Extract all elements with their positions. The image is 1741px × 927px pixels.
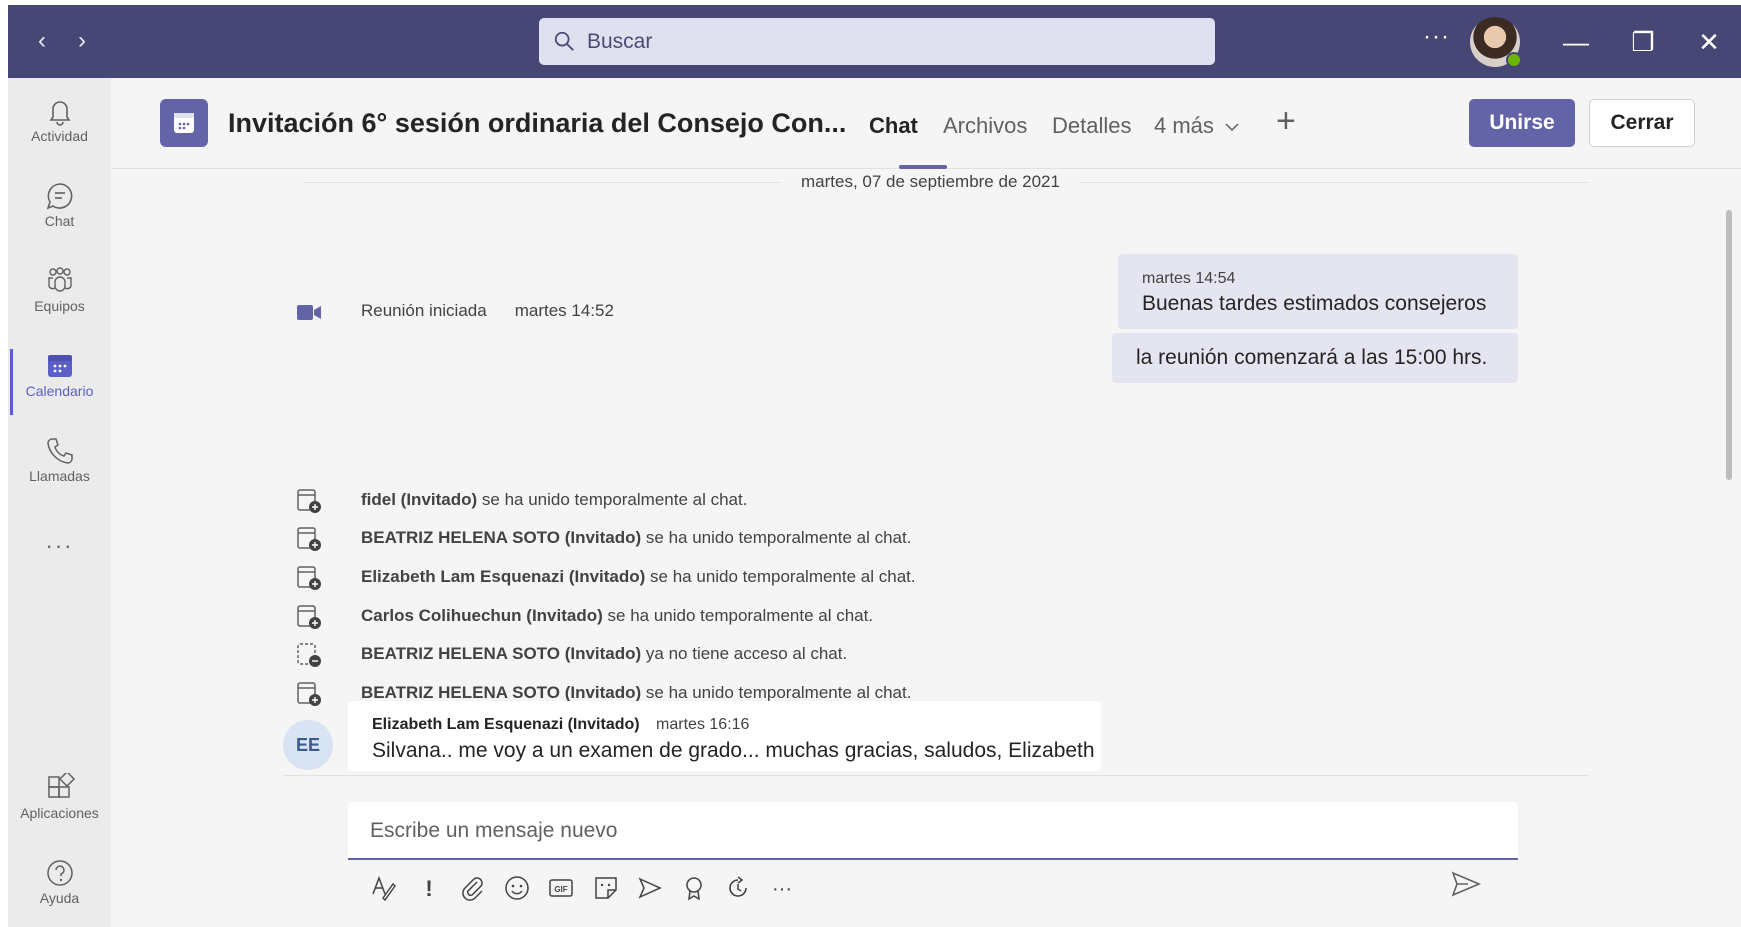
- page-title: Invitación 6° sesión ordinaria del Conse…: [228, 108, 847, 138]
- message-time: martes 14:54: [1142, 270, 1236, 287]
- minimize-icon[interactable]: —: [1561, 27, 1591, 57]
- teams-icon: [47, 267, 72, 292]
- compose-separator: [283, 775, 1589, 776]
- phone-icon: [46, 438, 73, 464]
- guest-joined-icon: [297, 566, 321, 590]
- tab-files[interactable]: Archivos: [943, 113, 1027, 139]
- tab-more-label: 4 más: [1154, 113, 1214, 138]
- main-pane: Invitación 6° sesión ordinaria del Conse…: [111, 78, 1741, 927]
- search-placeholder: Buscar: [587, 30, 653, 53]
- emoji-icon[interactable]: [502, 874, 532, 904]
- add-tab-button[interactable]: +: [1276, 102, 1296, 141]
- rail-item-teams[interactable]: Equipos: [8, 256, 111, 334]
- event-actor: BEATRIZ HELENA SOTO (Invitado): [361, 528, 642, 547]
- search-icon: [554, 31, 574, 51]
- message-body: Silvana.. me voy a un examen de grado...…: [372, 739, 1095, 762]
- presence-available-icon: [1506, 52, 1522, 68]
- guest-joined-icon: [297, 527, 321, 551]
- message-time: martes 16:16: [656, 716, 750, 733]
- rail-label: Calendario: [25, 383, 94, 399]
- compose-toolbar: ! GIF ···: [348, 868, 1518, 908]
- rail-item-calendar[interactable]: Calendario: [8, 341, 111, 419]
- guest-joined-icon: [297, 682, 321, 706]
- join-button[interactable]: Unirse: [1469, 99, 1575, 147]
- event-text: se ha unido temporalmente al chat.: [602, 606, 874, 625]
- maximize-icon[interactable]: ❐: [1628, 27, 1658, 57]
- guest-joined-icon: [297, 489, 321, 513]
- chevron-down-icon: [1225, 123, 1239, 132]
- send-button[interactable]: [1448, 866, 1484, 902]
- messages-scrollbar[interactable]: [1726, 210, 1732, 480]
- video-camera-icon: [297, 305, 321, 320]
- praise-icon[interactable]: [679, 874, 709, 904]
- rail-label: Chat: [44, 213, 75, 229]
- message-author: Elizabeth Lam Esquenazi (Invitado): [372, 716, 640, 733]
- rail-label: Ayuda: [39, 890, 80, 906]
- message-body: la reunión comenzará a las 15:00 hrs.: [1136, 346, 1488, 369]
- help-icon: [46, 860, 73, 886]
- app-rail: Actividad Chat Equipos Calendario Llamad…: [8, 78, 111, 927]
- event-actor: Elizabeth Lam Esquenazi (Invitado): [361, 567, 646, 586]
- rail-item-help[interactable]: Ayuda: [8, 848, 111, 926]
- rail-label: Actividad: [31, 128, 88, 144]
- attach-icon[interactable]: [458, 874, 488, 904]
- loop-icon[interactable]: [723, 874, 753, 904]
- tab-chat[interactable]: Chat: [869, 113, 918, 139]
- close-button[interactable]: Cerrar: [1589, 99, 1695, 147]
- rail-label: Equipos: [34, 298, 85, 314]
- rail-item-chat[interactable]: Chat: [8, 171, 111, 249]
- forward-arrow-icon[interactable]: ›: [68, 27, 96, 55]
- event-text: se ha unido temporalmente al chat.: [645, 567, 916, 586]
- gif-icon[interactable]: GIF: [546, 874, 576, 904]
- guest-joined-icon: [297, 605, 321, 629]
- outgoing-message[interactable]: la reunión comenzará a las 15:00 hrs.: [1112, 333, 1518, 383]
- title-bar: ‹ › Buscar ··· — ❐ ✕: [8, 5, 1741, 78]
- back-arrow-icon[interactable]: ‹: [28, 27, 56, 55]
- rail-item-calls[interactable]: Llamadas: [8, 426, 111, 504]
- close-window-icon[interactable]: ✕: [1694, 27, 1724, 57]
- calendar-icon: [47, 355, 72, 377]
- event-actor: BEATRIZ HELENA SOTO (Invitado): [361, 644, 642, 663]
- meeting-started-time: martes 14:52: [514, 301, 614, 320]
- message-body: Buenas tardes estimados consejeros: [1142, 292, 1487, 315]
- meet-now-icon[interactable]: [635, 874, 665, 904]
- bell-icon: [49, 101, 70, 126]
- event-actor: BEATRIZ HELENA SOTO (Invitado): [361, 683, 642, 702]
- guest-left-icon: [297, 643, 321, 667]
- meeting-started-text: Reunión iniciada martes 14:52: [361, 301, 614, 320]
- active-tab-indicator: [899, 165, 947, 169]
- rail-label: Aplicaciones: [20, 805, 99, 821]
- event-actor: fidel (Invitado): [361, 490, 478, 509]
- rail-item-apps[interactable]: Aplicaciones: [8, 763, 111, 841]
- apps-icon: [47, 773, 75, 798]
- tab-more[interactable]: 4 más: [1154, 113, 1240, 139]
- search-box[interactable]: Buscar: [539, 18, 1215, 65]
- event-actor: Carlos Colihuechun (Invitado): [361, 606, 603, 625]
- date-divider: martes, 07 de septiembre de 2021: [781, 172, 1080, 192]
- compose-box[interactable]: [348, 802, 1518, 860]
- event-text: se ha unido temporalmente al chat.: [477, 490, 748, 509]
- rail-item-activity[interactable]: Actividad: [8, 86, 111, 164]
- chat-icon: [46, 183, 72, 210]
- format-icon[interactable]: [368, 874, 398, 904]
- gif-icon-label: GIF: [554, 885, 567, 894]
- meeting-calendar-icon: [160, 99, 208, 147]
- event-text: se ha unido temporalmente al chat.: [641, 683, 912, 702]
- chat-header: Invitación 6° sesión ordinaria del Conse…: [111, 78, 1741, 169]
- avatar[interactable]: EE: [283, 720, 333, 770]
- event-text: se ha unido temporalmente al chat.: [641, 528, 912, 547]
- sticker-icon[interactable]: [591, 874, 621, 904]
- message-header: Elizabeth Lam Esquenazi (Invitado) marte…: [372, 716, 749, 734]
- outgoing-message[interactable]: martes 14:54 Buenas tardes estimados con…: [1118, 254, 1518, 329]
- tab-details[interactable]: Detalles: [1052, 113, 1131, 139]
- event-text: ya no tiene acceso al chat.: [641, 644, 848, 663]
- incoming-message[interactable]: Elizabeth Lam Esquenazi (Invitado) marte…: [348, 701, 1101, 771]
- send-icon: [1451, 871, 1482, 897]
- message-input[interactable]: [370, 816, 1490, 846]
- more-apps-icon[interactable]: ···: [8, 533, 111, 559]
- more-options-icon[interactable]: ···: [767, 874, 797, 904]
- rail-label: Llamadas: [29, 468, 90, 484]
- important-icon[interactable]: !: [414, 874, 444, 904]
- settings-more-icon[interactable]: ···: [1423, 23, 1450, 51]
